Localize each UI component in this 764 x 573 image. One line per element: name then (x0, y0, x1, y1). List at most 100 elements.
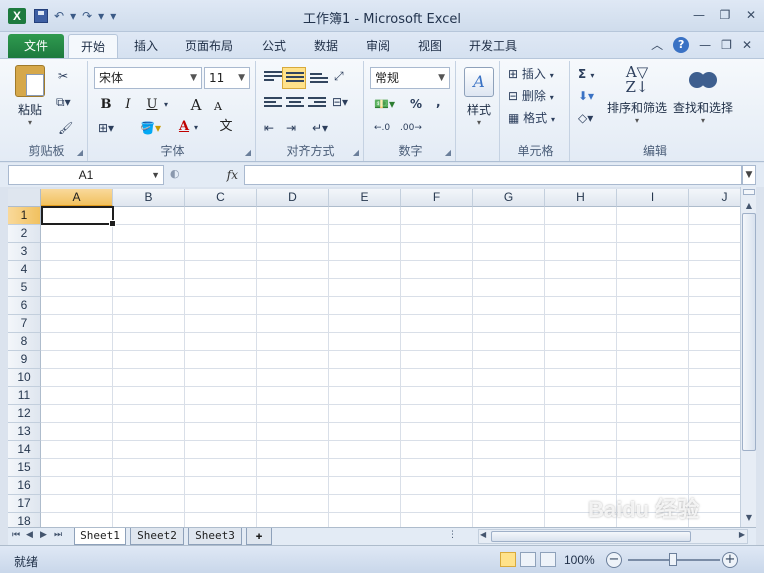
scroll-left-icon[interactable]: ◀ (480, 530, 486, 539)
fill-color-icon[interactable]: 🪣▾ (140, 119, 161, 137)
zoom-out-icon[interactable]: − (606, 552, 622, 568)
tab-insert[interactable]: 插入 (124, 34, 168, 58)
tab-page-layout[interactable]: 页面布局 (176, 34, 242, 58)
row-header-12[interactable]: 12 (8, 405, 41, 423)
bold-button[interactable]: B (96, 95, 116, 115)
tab-view[interactable]: 视图 (408, 34, 452, 58)
page-break-view-button[interactable] (540, 552, 556, 567)
vertical-scroll-thumb[interactable] (742, 213, 756, 451)
zoom-in-icon[interactable]: + (722, 552, 738, 568)
fill-icon[interactable]: ⬇▾ (578, 87, 594, 105)
row-header-9[interactable]: 9 (8, 351, 41, 369)
alignment-launcher-icon[interactable]: ◢ (353, 148, 359, 157)
last-sheet-icon[interactable]: ⏭ (54, 530, 62, 540)
align-left-icon[interactable] (264, 97, 282, 111)
increase-decimal-icon[interactable]: ←.0 (374, 119, 390, 137)
column-header-e[interactable]: E (329, 189, 401, 207)
italic-button[interactable]: I (118, 95, 138, 115)
shrink-font-button[interactable]: A (208, 97, 228, 117)
column-header-i[interactable]: I (617, 189, 689, 207)
active-cell-a1[interactable] (41, 206, 116, 227)
row-header-8[interactable]: 8 (8, 333, 41, 351)
sort-filter-button[interactable]: A▽ Z↓ 排序和筛选 ▾ (606, 65, 668, 126)
tab-developer[interactable]: 开发工具 (460, 34, 526, 58)
vertical-scrollbar[interactable]: ▲ ▼ (740, 187, 756, 527)
row-header-14[interactable]: 14 (8, 441, 41, 459)
find-select-button[interactable]: 查找和选择 ▾ (672, 65, 734, 125)
insert-sheet-icon[interactable]: ✚ (246, 528, 272, 545)
font-launcher-icon[interactable]: ◢ (245, 148, 251, 157)
font-name-combo[interactable]: 宋体 ▼ (94, 67, 202, 89)
row-header-3[interactable]: 3 (8, 243, 41, 261)
formula-input[interactable] (244, 165, 742, 185)
format-painter-icon[interactable]: 🖌 (58, 119, 73, 137)
delete-cells-button[interactable]: ⊟ 删除 ▾ (508, 87, 554, 107)
row-header-18[interactable]: 18 (8, 513, 41, 527)
align-bottom-icon[interactable] (310, 73, 328, 87)
horizontal-scrollbar[interactable]: ◀ ▶ (478, 529, 748, 544)
tab-review[interactable]: 审阅 (356, 34, 400, 58)
row-header-6[interactable]: 6 (8, 297, 41, 315)
zoom-level[interactable]: 100% (564, 553, 595, 567)
scroll-up-icon[interactable]: ▲ (742, 199, 756, 213)
scroll-handle-icon[interactable]: ◐ (170, 167, 180, 180)
expand-formula-bar-icon[interactable]: ▼ (742, 165, 756, 185)
column-header-j[interactable]: J (689, 189, 740, 207)
row-header-7[interactable]: 7 (8, 315, 41, 333)
close-icon[interactable]: ✕ (744, 8, 758, 22)
grow-font-button[interactable]: A (186, 95, 206, 115)
scroll-down-icon[interactable]: ▼ (742, 511, 756, 525)
tab-data[interactable]: 数据 (304, 34, 348, 58)
row-header-2[interactable]: 2 (8, 225, 41, 243)
clipboard-launcher-icon[interactable]: ◢ (77, 148, 83, 157)
cell-area[interactable] (41, 207, 740, 527)
row-header-5[interactable]: 5 (8, 279, 41, 297)
first-sheet-icon[interactable]: ⏮ (12, 530, 20, 540)
align-center-icon[interactable] (286, 97, 304, 111)
styles-button[interactable]: A 样式 ▾ (462, 67, 496, 127)
underline-dropdown-icon[interactable]: ▾ (164, 96, 168, 114)
zoom-slider-thumb[interactable] (669, 553, 677, 566)
sheet-tab-sheet3[interactable]: Sheet3 (188, 528, 242, 545)
column-header-d[interactable]: D (257, 189, 329, 207)
clear-icon[interactable]: ◇▾ (578, 109, 593, 127)
column-header-f[interactable]: F (401, 189, 473, 207)
row-header-11[interactable]: 11 (8, 387, 41, 405)
row-header-4[interactable]: 4 (8, 261, 41, 279)
paste-button[interactable]: 粘贴 ▾ (10, 65, 50, 127)
wrap-text-icon[interactable]: ↵▾ (312, 119, 328, 137)
horizontal-scroll-thumb[interactable] (491, 531, 691, 542)
insert-function-icon[interactable]: fx (227, 165, 238, 185)
number-format-combo[interactable]: 常规 ▼ (370, 67, 450, 89)
restore-icon[interactable]: ❐ (718, 8, 732, 22)
column-header-g[interactable]: G (473, 189, 545, 207)
doc-minimize-icon[interactable]: — (699, 38, 711, 52)
row-header-1[interactable]: 1 (8, 207, 41, 225)
percent-button[interactable]: % (410, 95, 422, 113)
insert-cells-button[interactable]: ⊞ 插入 ▾ (508, 65, 554, 85)
borders-icon[interactable]: ⊞▾ (98, 119, 114, 137)
decrease-indent-icon[interactable]: ⇤ (264, 119, 274, 137)
page-layout-view-button[interactable] (520, 552, 536, 567)
prev-sheet-icon[interactable]: ◀ (26, 530, 33, 540)
tab-file[interactable]: 文件 (8, 34, 64, 58)
format-cells-button[interactable]: ▦ 格式 ▾ (508, 109, 555, 129)
align-middle-button[interactable] (282, 67, 306, 89)
tab-formulas[interactable]: 公式 (252, 34, 296, 58)
column-header-c[interactable]: C (185, 189, 257, 207)
autosum-button[interactable]: Σ ▾ (578, 65, 594, 85)
merge-center-icon[interactable]: ⊟▾ (332, 93, 348, 111)
column-header-b[interactable]: B (113, 189, 185, 207)
tab-home[interactable]: 开始 (68, 34, 118, 58)
row-header-13[interactable]: 13 (8, 423, 41, 441)
column-header-h[interactable]: H (545, 189, 617, 207)
row-header-15[interactable]: 15 (8, 459, 41, 477)
name-box[interactable]: A1 ▼ (8, 165, 164, 185)
next-sheet-icon[interactable]: ▶ (40, 530, 47, 540)
row-header-17[interactable]: 17 (8, 495, 41, 513)
sheet-tab-sheet2[interactable]: Sheet2 (130, 528, 184, 545)
select-all-corner[interactable] (8, 189, 41, 207)
help-icon[interactable]: ? (673, 36, 690, 53)
doc-restore-icon[interactable]: ❐ (721, 38, 732, 52)
comma-button[interactable]: , (436, 93, 441, 111)
